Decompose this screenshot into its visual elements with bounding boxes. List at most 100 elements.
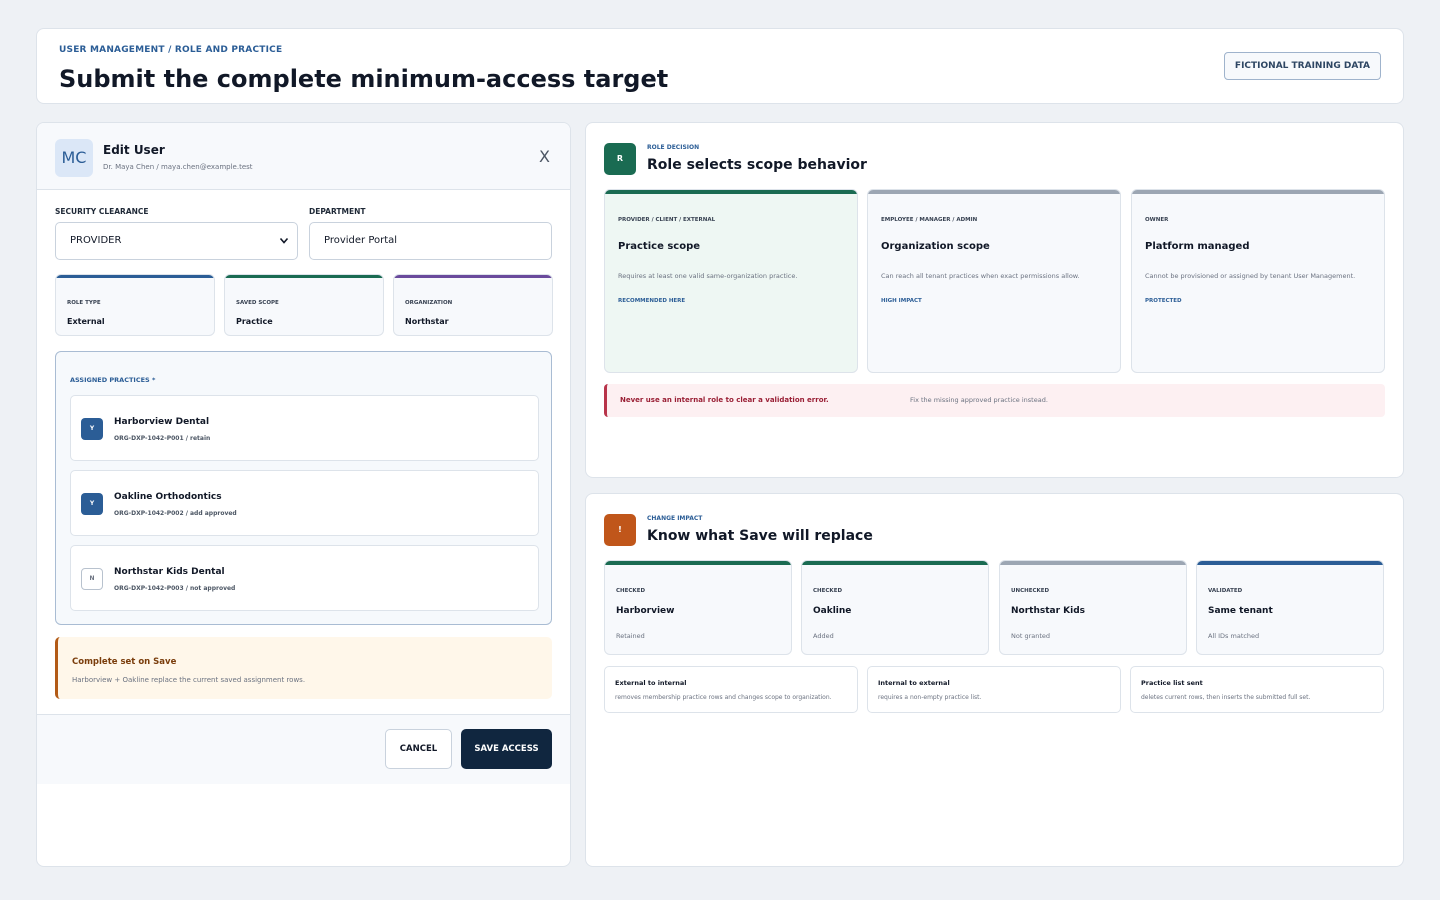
- cancel-button[interactable]: CANCEL: [385, 729, 452, 769]
- alert-text: Fix the missing approved practice instea…: [910, 396, 1048, 404]
- impact-card-oakline: CHECKED Oakline Added: [801, 560, 989, 655]
- practice-name: Northstar Kids Dental: [114, 567, 225, 577]
- role-type-accent: [56, 275, 214, 278]
- card-accent: [802, 561, 988, 565]
- card-title: Northstar Kids: [1011, 606, 1086, 616]
- note-desc: deletes current rows, then inserts the s…: [1141, 694, 1311, 701]
- card-desc: All IDs matched: [1208, 632, 1260, 640]
- role-type-key: ROLE TYPE: [67, 300, 101, 306]
- card-note: RECOMMENDED HERE: [618, 298, 686, 304]
- security-clearance-label: SECURITY CLEARANCE: [55, 207, 149, 216]
- change-impact-title: Know what Save will replace: [647, 528, 873, 544]
- organization-card: ORGANIZATION Northstar: [393, 274, 553, 336]
- card-accent: [868, 190, 1120, 194]
- edit-user-title: Edit User: [103, 143, 165, 157]
- card-desc: Not granted: [1011, 632, 1051, 640]
- change-impact-icon: !: [604, 514, 636, 546]
- note-internal-to-external: Internal to external requires a non-empt…: [867, 666, 1121, 713]
- organization-accent: [394, 275, 552, 278]
- card-title: Organization scope: [881, 241, 990, 252]
- practice-row-harborview[interactable]: Y Harborview Dental ORG-DXP-1042-P001 / …: [70, 395, 539, 461]
- role-type-card: ROLE TYPE External: [55, 274, 215, 336]
- change-impact-panel: ! CHANGE IMPACT Know what Save will repl…: [585, 493, 1404, 867]
- chevron-down-icon: [279, 223, 289, 275]
- practice-name: Harborview Dental: [114, 417, 210, 427]
- edit-user-header: MC Edit User Dr. Maya Chen / maya.chen@e…: [37, 123, 570, 190]
- practice-checkbox[interactable]: Y: [81, 493, 103, 515]
- role-type-value: External: [67, 317, 105, 326]
- organization-scope-card: EMPLOYEE / MANAGER / ADMIN Organization …: [867, 189, 1121, 373]
- note-title: Internal to external: [878, 679, 950, 687]
- card-accent: [1132, 190, 1384, 194]
- role-decision-icon: R: [604, 143, 636, 175]
- edit-user-subtitle: Dr. Maya Chen / maya.chen@example.test: [103, 163, 253, 171]
- practice-row-northstar-kids[interactable]: N Northstar Kids Dental ORG-DXP-1042-P00…: [70, 545, 539, 611]
- practice-code: ORG-DXP-1042-P003 / not approved: [114, 585, 236, 592]
- card-key: CHECKED: [616, 588, 646, 594]
- card-accent: [1197, 561, 1383, 565]
- card-title: Same tenant: [1208, 606, 1273, 616]
- card-desc: Requires at least one valid same-organiz…: [618, 272, 798, 280]
- assigned-practices-group: ASSIGNED PRACTICES * Y Harborview Dental…: [55, 351, 552, 625]
- alert-title: Never use an internal role to clear a va…: [620, 396, 829, 404]
- card-note: HIGH IMPACT: [881, 298, 922, 304]
- card-key: PROVIDER / CLIENT / EXTERNAL: [618, 217, 716, 223]
- card-accent: [605, 190, 857, 194]
- note-desc: requires a non-empty practice list.: [878, 694, 982, 701]
- edit-user-footer: CANCEL SAVE ACCESS: [37, 714, 570, 784]
- note-desc: removes membership practice rows and cha…: [615, 694, 832, 701]
- card-key: EMPLOYEE / MANAGER / ADMIN: [881, 217, 978, 223]
- department-label: DEPARTMENT: [309, 207, 366, 216]
- practice-name: Oakline Orthodontics: [114, 492, 222, 502]
- card-key: VALIDATED: [1208, 588, 1243, 594]
- avatar: MC: [55, 139, 93, 177]
- card-title: Platform managed: [1145, 241, 1250, 252]
- card-title: Oakline: [813, 606, 852, 616]
- card-key: OWNER: [1145, 217, 1169, 223]
- card-title: Harborview: [616, 606, 675, 616]
- impact-card-same-tenant: VALIDATED Same tenant All IDs matched: [1196, 560, 1384, 655]
- close-icon[interactable]: X: [539, 147, 550, 166]
- card-desc: Retained: [616, 632, 645, 640]
- card-note: PROTECTED: [1145, 298, 1182, 304]
- practice-row-oakline[interactable]: Y Oakline Orthodontics ORG-DXP-1042-P002…: [70, 470, 539, 536]
- security-clearance-value: PROVIDER: [70, 235, 122, 246]
- role-decision-title: Role selects scope behavior: [647, 157, 867, 173]
- saved-scope-value: Practice: [236, 317, 273, 326]
- complete-set-notice: Complete set on Save Harborview + Oaklin…: [55, 637, 552, 699]
- card-desc: Cannot be provisioned or assigned by ten…: [1145, 272, 1356, 280]
- training-data-badge: FICTIONAL TRAINING DATA: [1223, 52, 1381, 80]
- note-practice-list-sent: Practice list sent deletes current rows,…: [1130, 666, 1384, 713]
- page-title: Submit the complete minimum-access targe…: [59, 65, 669, 93]
- breadcrumb[interactable]: USER MANAGEMENT / ROLE AND PRACTICE: [59, 45, 282, 55]
- note-title: External to internal: [615, 679, 687, 687]
- card-desc: Added: [813, 632, 834, 640]
- department-field[interactable]: Provider Portal: [309, 222, 552, 260]
- saved-scope-accent: [225, 275, 383, 278]
- role-decision-panel: R ROLE DECISION Role selects scope behav…: [585, 122, 1404, 478]
- save-access-button[interactable]: SAVE ACCESS: [461, 729, 552, 769]
- saved-scope-card: SAVED SCOPE Practice: [224, 274, 384, 336]
- notice-title: Complete set on Save: [72, 657, 177, 667]
- card-key: UNCHECKED: [1011, 588, 1050, 594]
- notice-text: Harborview + Oakline replace the current…: [72, 676, 306, 684]
- impact-card-northstar-kids: UNCHECKED Northstar Kids Not granted: [999, 560, 1187, 655]
- practice-checkbox[interactable]: N: [81, 568, 103, 590]
- card-key: CHECKED: [813, 588, 843, 594]
- role-decision-tag: ROLE DECISION: [647, 144, 700, 151]
- assigned-practices-label: ASSIGNED PRACTICES *: [70, 376, 156, 384]
- practice-code: ORG-DXP-1042-P002 / add approved: [114, 510, 237, 517]
- organization-key: ORGANIZATION: [405, 300, 453, 306]
- page-header: USER MANAGEMENT / ROLE AND PRACTICE Subm…: [36, 28, 1404, 104]
- edit-user-panel: MC Edit User Dr. Maya Chen / maya.chen@e…: [36, 122, 571, 867]
- practice-checkbox[interactable]: Y: [81, 418, 103, 440]
- change-impact-tag: CHANGE IMPACT: [647, 515, 703, 522]
- saved-scope-key: SAVED SCOPE: [236, 300, 279, 306]
- card-accent: [605, 561, 791, 565]
- practice-scope-card: PROVIDER / CLIENT / EXTERNAL Practice sc…: [604, 189, 858, 373]
- security-clearance-select[interactable]: PROVIDER: [55, 222, 298, 260]
- internal-role-alert: Never use an internal role to clear a va…: [604, 384, 1385, 417]
- organization-value: Northstar: [405, 317, 449, 326]
- card-desc: Can reach all tenant practices when exac…: [881, 272, 1080, 280]
- note-title: Practice list sent: [1141, 679, 1203, 687]
